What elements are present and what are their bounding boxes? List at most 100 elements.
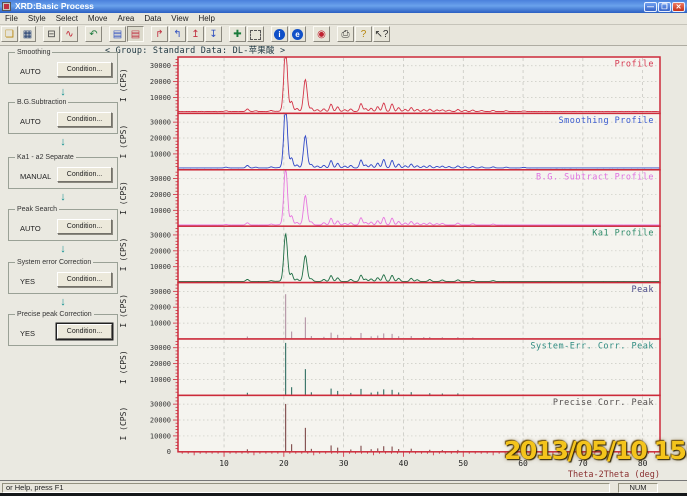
y-axis-label: I (CPS) [119, 294, 128, 328]
x-axis-title: Theta-2Theta (deg) [568, 470, 660, 480]
y-tick-label: 20000 [150, 417, 171, 425]
data-setup-icon[interactable]: ⊟ [43, 26, 60, 42]
step-peak-search: Peak SearchAUTOCondition... [8, 209, 118, 241]
step-title: Smoothing [15, 49, 52, 56]
minimize-button[interactable]: — [644, 2, 657, 12]
y-tick-label: 30000 [150, 175, 171, 183]
print-icon[interactable]: ⎙ [337, 26, 354, 42]
step-smoothing: Smoothing AUTO Condition... [8, 52, 118, 84]
move-icon[interactable]: ✚ [229, 26, 246, 42]
menu-data[interactable]: Data [139, 13, 166, 24]
step-title: Precise peak Correction [15, 311, 94, 318]
info-icon[interactable]: i [271, 26, 288, 42]
open-icon[interactable]: ❏ [1, 26, 18, 42]
step-ka1-a2-separate: Ka1 - a2 Separate MANUAL Condition... [8, 157, 118, 189]
y-tick-label: 10000 [150, 320, 171, 328]
undo-icon[interactable]: ↶ [85, 26, 102, 42]
y-axis-label: I (CPS) [119, 350, 128, 384]
window-title: XRD:Basic Process [15, 0, 94, 13]
condition-button[interactable]: Condition... [57, 272, 112, 287]
y-tick-label: 30000 [150, 231, 171, 239]
x-tick-label: 20 [279, 459, 289, 468]
exit-icon[interactable]: e [289, 26, 306, 42]
y-tick-label: 10000 [150, 263, 171, 271]
profile-curve-icon[interactable]: ∿ [61, 26, 78, 42]
step-value: AUTO [20, 224, 41, 233]
help-icon[interactable]: ? [355, 26, 372, 42]
x-tick-label: 40 [399, 459, 409, 468]
step-value: AUTO [20, 117, 41, 126]
y-tick-label: 10000 [150, 94, 171, 102]
zoom-area-icon[interactable] [247, 26, 264, 42]
y-axis-label: I (CPS) [119, 407, 128, 441]
capture-icon[interactable]: ◉ [313, 26, 330, 42]
y-tick-label: 20000 [150, 304, 171, 312]
menu-help[interactable]: Help [194, 13, 220, 24]
y-tick-label: 10000 [150, 432, 171, 440]
menu-select[interactable]: Select [51, 13, 83, 24]
y-axis-label: I (CPS) [119, 181, 128, 215]
save-icon[interactable]: ▦ [19, 26, 36, 42]
step-value: MANUAL [20, 172, 51, 181]
menu-file[interactable]: File [0, 13, 23, 24]
status-bar: or Help, press F1 NUM [0, 480, 687, 494]
condition-button[interactable]: Condition... [57, 324, 112, 339]
step-precise-peak-correction: Precise peak CorrectionYESCondition... [8, 314, 118, 346]
application-window: XRD:Basic Process —❐✕ FileStyleSelectMov… [0, 0, 687, 496]
menu-bar: FileStyleSelectMoveAreaDataViewHelp [0, 13, 687, 25]
menu-style[interactable]: Style [23, 13, 51, 24]
subplot-label-6: System-Err. Corr. Peak [530, 342, 654, 352]
condition-button[interactable]: Condition... [57, 62, 112, 77]
condition-button[interactable]: Condition... [57, 219, 112, 234]
subplot-label-3: B.G. Subtract Profile [536, 172, 654, 182]
single-view-icon[interactable]: ▤ [127, 26, 144, 42]
shift-up-icon[interactable]: ↥ [187, 26, 204, 42]
menu-move[interactable]: Move [83, 13, 113, 24]
y-tick-label: 30000 [150, 288, 171, 296]
y-tick-label: 20000 [150, 360, 171, 368]
y-tick-label: 30000 [150, 119, 171, 127]
condition-button[interactable]: Condition... [57, 112, 112, 127]
step-title: System error Correction [15, 259, 93, 266]
subplot-label-5: Peak [632, 285, 654, 295]
y-tick-label: 30000 [150, 344, 171, 352]
y-tick-label: 10000 [150, 376, 171, 384]
subplot-label-2: Smoothing Profile [559, 116, 655, 126]
flow-arrow-icon: ↓ [56, 296, 70, 310]
flow-arrow-icon: ↓ [56, 243, 70, 257]
step-title: Ka1 - a2 Separate [15, 154, 76, 161]
shift-right-icon[interactable]: ↱ [151, 26, 168, 42]
shift-down-icon[interactable]: ↧ [205, 26, 222, 42]
y-tick-label: 20000 [150, 135, 171, 143]
x-tick-label: 50 [458, 459, 468, 468]
zoom-area-icon [250, 30, 261, 40]
y-tick-label: 0 [167, 448, 171, 456]
menu-area[interactable]: Area [112, 13, 139, 24]
y-axis-label: I (CPS) [119, 68, 128, 102]
xrd-plot: 100002000030000I (CPS)Profile10000200003… [110, 50, 687, 486]
step-b-g-subtraction: B.G.Subtraction AUTO Condition... [8, 102, 118, 134]
step-value: AUTO [20, 67, 41, 76]
menu-view[interactable]: View [166, 13, 193, 24]
camera-timestamp: 2013/05/10 15:2 [504, 436, 687, 465]
stack-view-icon[interactable]: ▤ [109, 26, 126, 42]
y-tick-label: 20000 [150, 247, 171, 255]
shift-left-icon[interactable]: ↰ [169, 26, 186, 42]
close-button[interactable]: ✕ [672, 2, 685, 12]
y-tick-label: 30000 [150, 401, 171, 409]
maximize-button[interactable]: ❐ [658, 2, 671, 12]
y-tick-label: 10000 [150, 207, 171, 215]
subplot-label-7: Precise Corr. Peak [553, 398, 654, 408]
condition-button[interactable]: Condition... [57, 167, 112, 182]
step-system-error-correction: System error CorrectionYESCondition... [8, 262, 118, 294]
step-title: B.G.Subtraction [15, 99, 68, 106]
y-tick-label: 30000 [150, 62, 171, 70]
exit-icon: e [292, 29, 303, 40]
flow-arrow-icon: ↓ [56, 191, 70, 205]
y-axis-label: I (CPS) [119, 125, 128, 159]
context-help-icon[interactable]: ↖? [373, 26, 390, 42]
y-axis-label: I (CPS) [119, 238, 128, 272]
num-indicator: NUM [618, 483, 658, 493]
y-tick-label: 20000 [150, 191, 171, 199]
y-tick-label: 20000 [150, 78, 171, 86]
